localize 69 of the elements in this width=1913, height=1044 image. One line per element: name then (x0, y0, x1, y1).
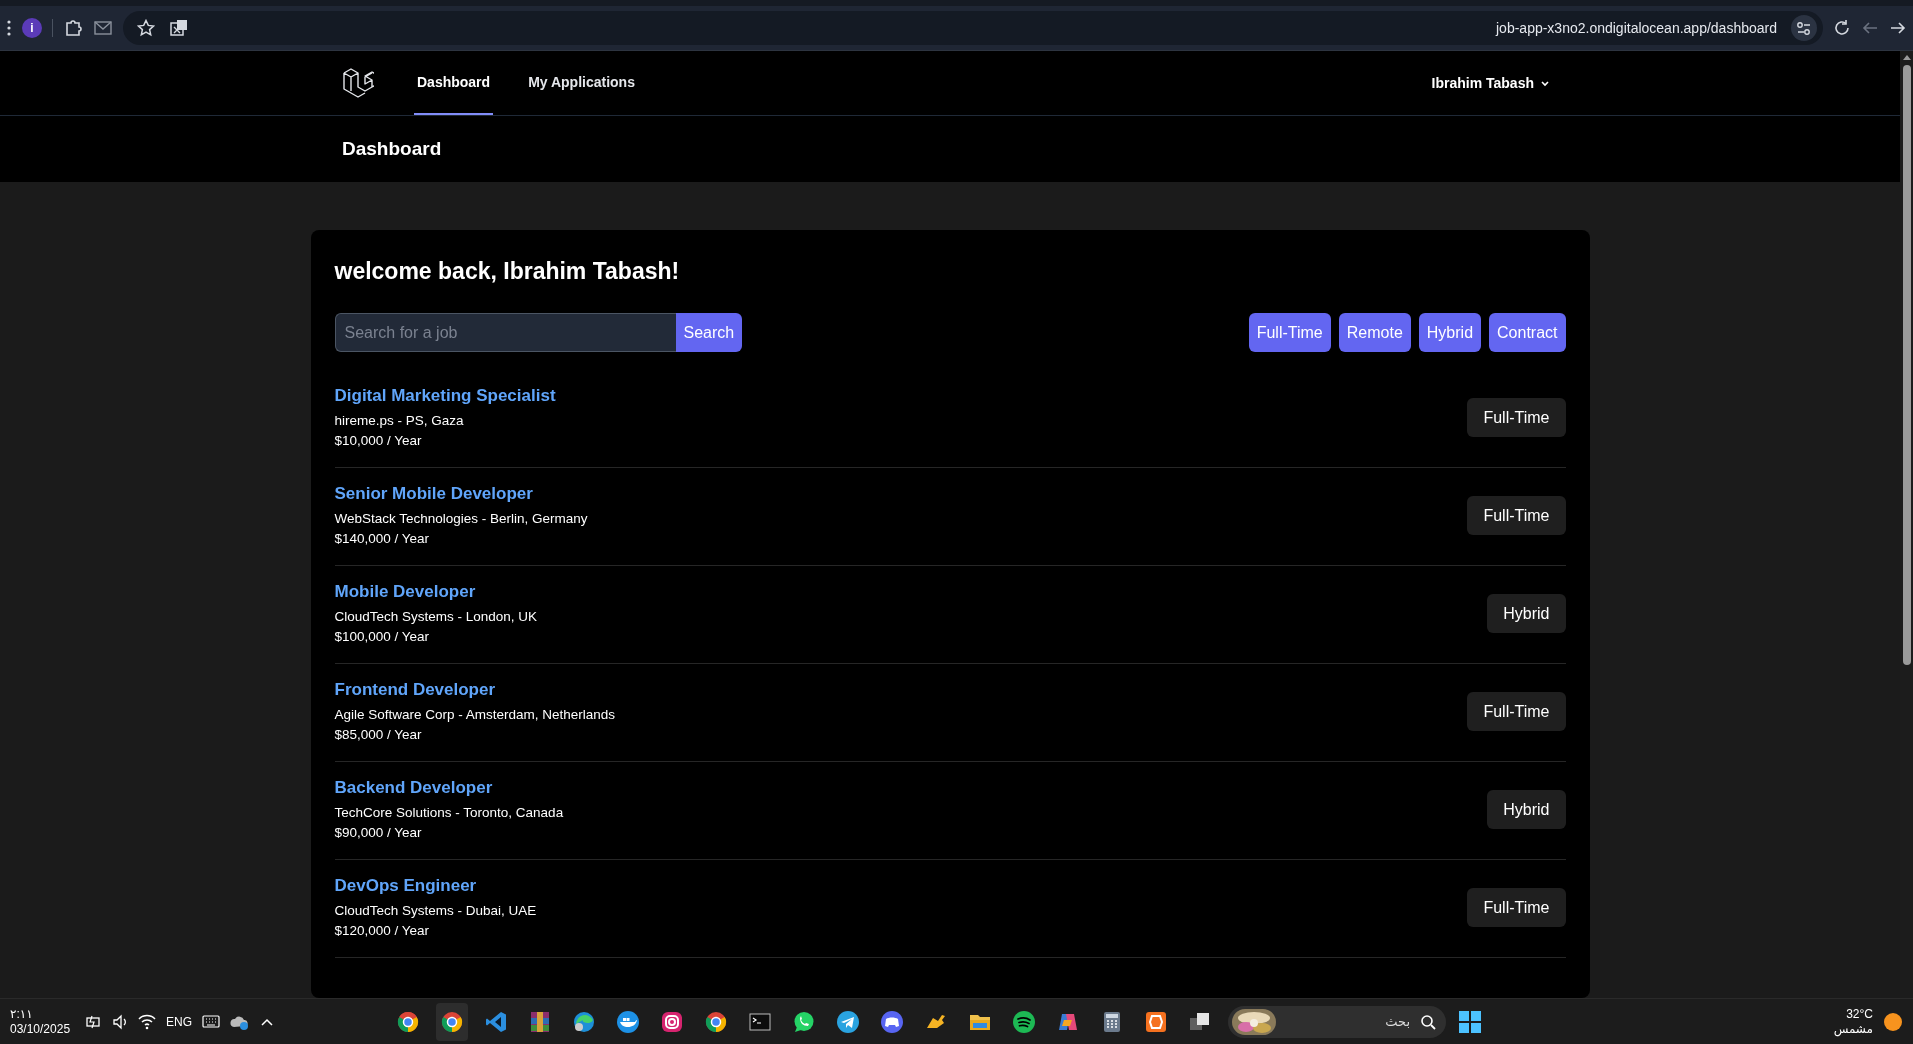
filter-button[interactable]: Contract (1489, 313, 1566, 352)
user-menu-button[interactable]: Ibrahim Tabash (1431, 51, 1558, 115)
taskbar-search-field[interactable]: بحث (1228, 1005, 1447, 1038)
job-type-badge[interactable]: Full-Time (1467, 888, 1566, 927)
site-settings-button[interactable] (1791, 15, 1817, 41)
reload-icon[interactable] (1833, 19, 1851, 37)
job-title-link[interactable]: Senior Mobile Developer (334, 482, 533, 506)
input-language[interactable]: ENG (166, 1014, 193, 1029)
profile-avatar[interactable]: i (22, 18, 42, 38)
search-field[interactable]: Search for a job (334, 313, 676, 352)
sliders-icon (1796, 20, 1812, 36)
keyboard-icon[interactable] (202, 1013, 221, 1030)
mail-icon[interactable] (93, 18, 113, 38)
salary-text: $85,000 / Year (334, 726, 423, 744)
salary-text: $140,000 / Year (334, 530, 431, 548)
welcome-heading: welcome back, Ibrahim Tabash! (334, 258, 681, 285)
job-type-badge[interactable]: Hybrid (1487, 594, 1566, 633)
filter-button[interactable]: Remote (1338, 313, 1411, 352)
job-title-link[interactable]: Backend Developer (334, 776, 493, 800)
salary-text: $10,000 / Year (334, 432, 423, 450)
search-icon (1420, 1013, 1437, 1030)
job-title-link[interactable]: DevOps Engineer (334, 874, 477, 898)
speaker-icon[interactable] (112, 1012, 129, 1031)
game-controller-icon[interactable] (880, 1009, 905, 1034)
browser-icon[interactable] (440, 1009, 465, 1034)
menu-icon[interactable] (6, 19, 12, 37)
salary-text: $100,000 / Year (334, 628, 431, 646)
company-location: WebStack Technologies - Berlin, Germany (334, 510, 588, 528)
job-type-badge[interactable]: Full-Time (1467, 398, 1566, 437)
filter-button[interactable]: Hybrid (1418, 313, 1482, 352)
search-input[interactable]: بحث (1284, 1013, 1413, 1030)
page-title: Dashboard (342, 138, 442, 160)
job-type-badge[interactable]: Hybrid (1487, 790, 1566, 829)
whale-icon[interactable] (616, 1009, 641, 1034)
company-location: CloudTech Systems - Dubai, UAE (334, 902, 537, 920)
weather-condition[interactable]: مشمس (1833, 1021, 1873, 1037)
job-type-badge[interactable]: Full-Time (1467, 496, 1566, 535)
browser-icon[interactable] (572, 1009, 597, 1034)
chevron-down-icon (1540, 79, 1550, 87)
scrollbar-thumb[interactable] (1902, 65, 1911, 665)
filter-button[interactable]: Full-Time (1248, 313, 1331, 352)
scroll-up-arrow-icon[interactable] (1901, 53, 1912, 61)
job-type-badge[interactable]: Full-Time (1467, 692, 1566, 731)
windows-start-icon[interactable] (1458, 1009, 1483, 1034)
job-title-link[interactable]: Mobile Developer (334, 580, 476, 604)
wifi-icon[interactable] (138, 1013, 157, 1030)
address-bar-url[interactable]: job-app-x3no2.ondigitalocean.app/dashboard (1496, 20, 1777, 36)
search-button[interactable]: Search (675, 313, 743, 352)
browser-icon[interactable] (704, 1009, 729, 1034)
music-service-icon[interactable] (1012, 1009, 1037, 1034)
company-location: CloudTech Systems - London, UK (334, 608, 538, 626)
job-title-link[interactable]: Digital Marketing Specialist (334, 384, 556, 408)
clock-date[interactable]: 03/10/2025 (10, 1021, 71, 1037)
browser-icon[interactable] (396, 1009, 421, 1034)
code-editor-icon[interactable] (484, 1009, 509, 1034)
clock-time[interactable]: ٢:١١ (10, 1006, 71, 1022)
salary-text: $120,000 / Year (334, 922, 431, 940)
star-icon[interactable] (137, 19, 155, 37)
sun-icon[interactable] (1883, 1011, 1903, 1032)
camera-icon[interactable] (660, 1009, 685, 1034)
puzzle-icon[interactable] (63, 18, 83, 38)
company-location: TechCore Solutions - Toronto, Canada (334, 804, 564, 822)
paper-plane-icon[interactable] (836, 1009, 861, 1034)
company-location: hireme.ps - PS, Gaza (334, 412, 465, 430)
job-title-link[interactable]: Frontend Developer (334, 678, 496, 702)
salary-text: $90,000 / Year (334, 824, 423, 842)
weather-temperature[interactable]: 32°C (1846, 1006, 1873, 1022)
nav-link[interactable]: My Applications (525, 51, 638, 115)
company-location: Agile Software Corp - Amsterdam, Netherlands (334, 706, 616, 724)
